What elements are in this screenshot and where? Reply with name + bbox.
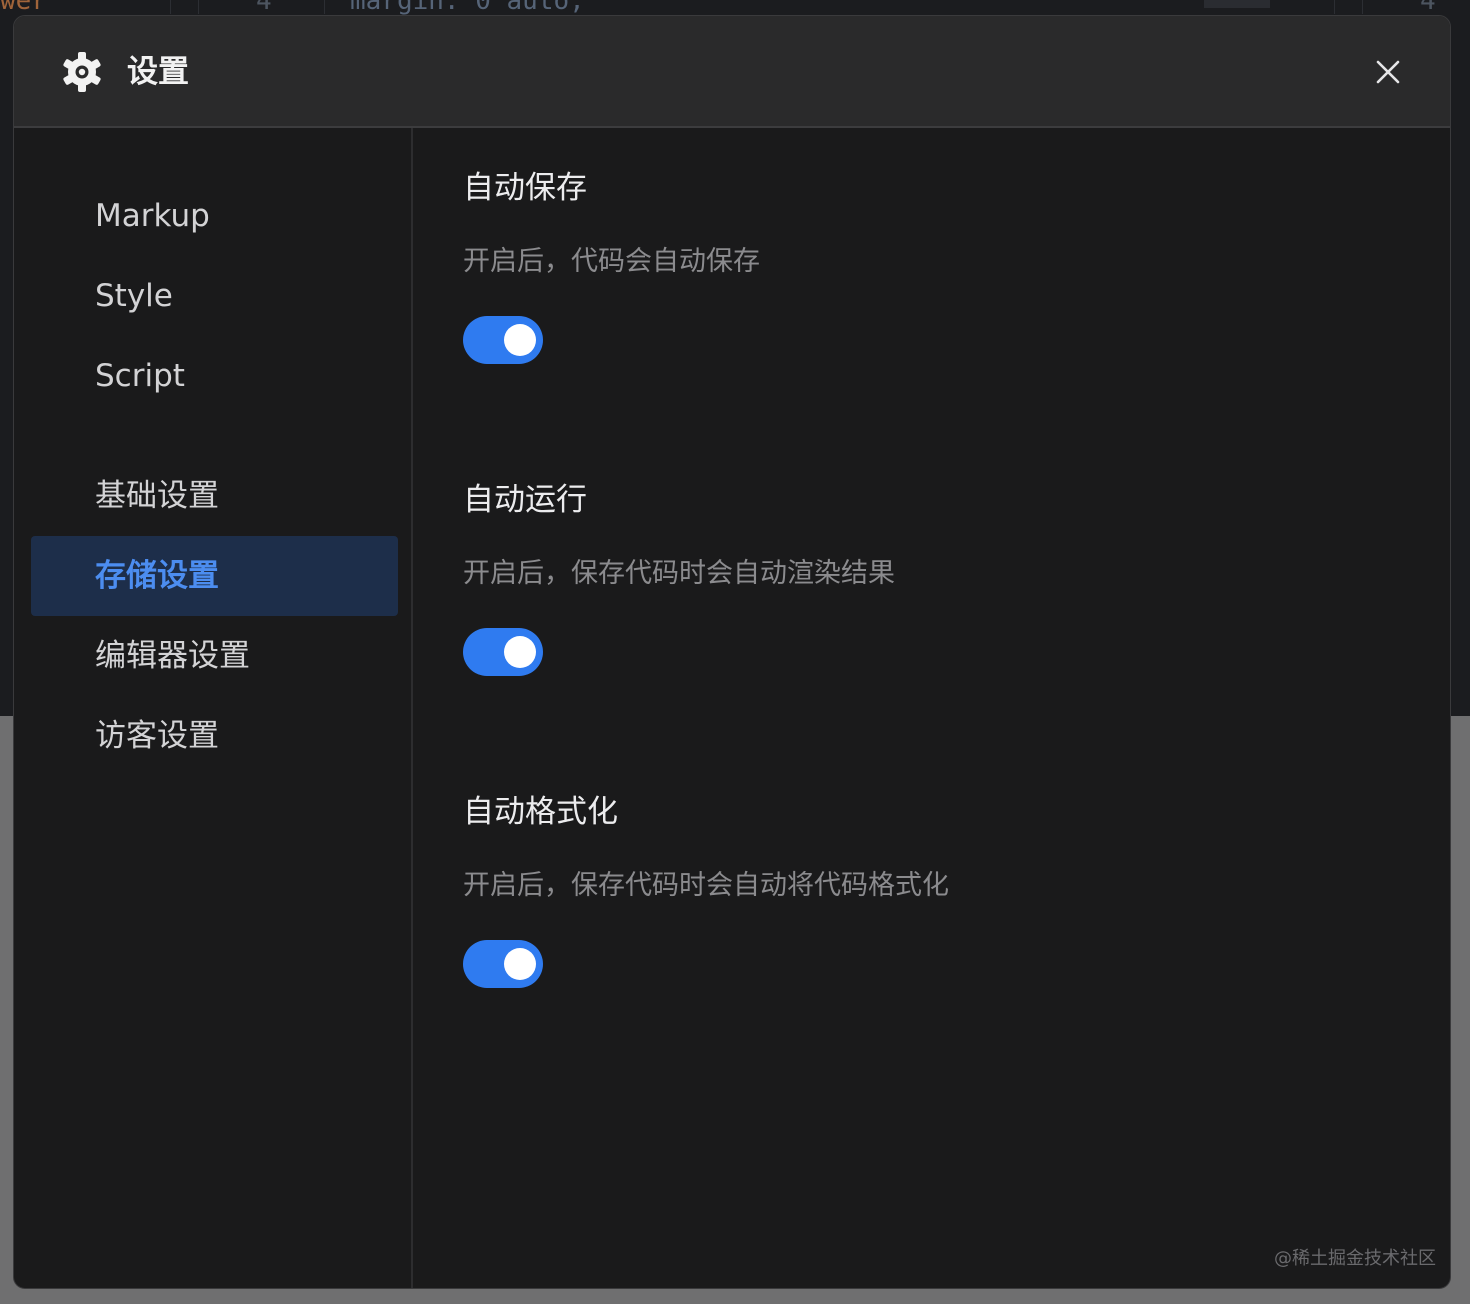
setting-description: 开启后，保存代码时会自动渲染结果 [463, 558, 895, 589]
editor-divider [1334, 0, 1335, 14]
gear-icon [63, 52, 101, 92]
toggle-knob [504, 636, 536, 668]
code-line: margin: 0 auto; [350, 0, 585, 16]
sidebar-item-basic-settings[interactable]: 基础设置 [31, 456, 398, 536]
settings-sidebar: Markup Style Script 基础设置 存储设置 编辑器设置 访客设置 [14, 128, 413, 1288]
auto-run-toggle[interactable] [463, 628, 543, 676]
editor-divider [1362, 0, 1363, 14]
dialog-header: 设置 [14, 16, 1450, 128]
dialog-title: 设置 [127, 54, 189, 90]
setting-description: 开启后，保存代码时会自动将代码格式化 [463, 870, 949, 901]
sidebar-item-storage-settings[interactable]: 存储设置 [31, 536, 398, 616]
sidebar-item-markup[interactable]: Markup [31, 176, 398, 256]
editor-divider [324, 0, 325, 14]
toggle-knob [504, 324, 536, 356]
editor-divider [170, 0, 171, 14]
sidebar-item-visitor-settings[interactable]: 访客设置 [31, 696, 398, 776]
toggle-knob [504, 948, 536, 980]
setting-title: 自动运行 [463, 482, 587, 518]
sidebar-item-style[interactable]: Style [31, 256, 398, 336]
close-icon[interactable] [1374, 58, 1402, 86]
watermark: @稀土掘金技术社区 [1274, 1248, 1436, 1269]
settings-dialog: 设置 Markup Style Script 基础设置 存储设置 编辑器设置 访… [13, 15, 1451, 1289]
line-number-right: 4 [1420, 0, 1436, 16]
code-fragment: wer [0, 0, 47, 16]
settings-content: 自动保存 开启后，代码会自动保存 自动运行 开启后，保存代码时会自动渲染结果 自… [413, 128, 1450, 1288]
sidebar-item-editor-settings[interactable]: 编辑器设置 [31, 616, 398, 696]
setting-description: 开启后，代码会自动保存 [463, 246, 760, 277]
line-number: 4 [256, 0, 272, 16]
editor-divider [198, 0, 199, 14]
setting-title: 自动格式化 [463, 794, 618, 830]
auto-format-toggle[interactable] [463, 940, 543, 988]
setting-title: 自动保存 [463, 170, 587, 206]
minimap-hint [1204, 0, 1270, 8]
sidebar-item-script[interactable]: Script [31, 336, 398, 416]
auto-save-toggle[interactable] [463, 316, 543, 364]
